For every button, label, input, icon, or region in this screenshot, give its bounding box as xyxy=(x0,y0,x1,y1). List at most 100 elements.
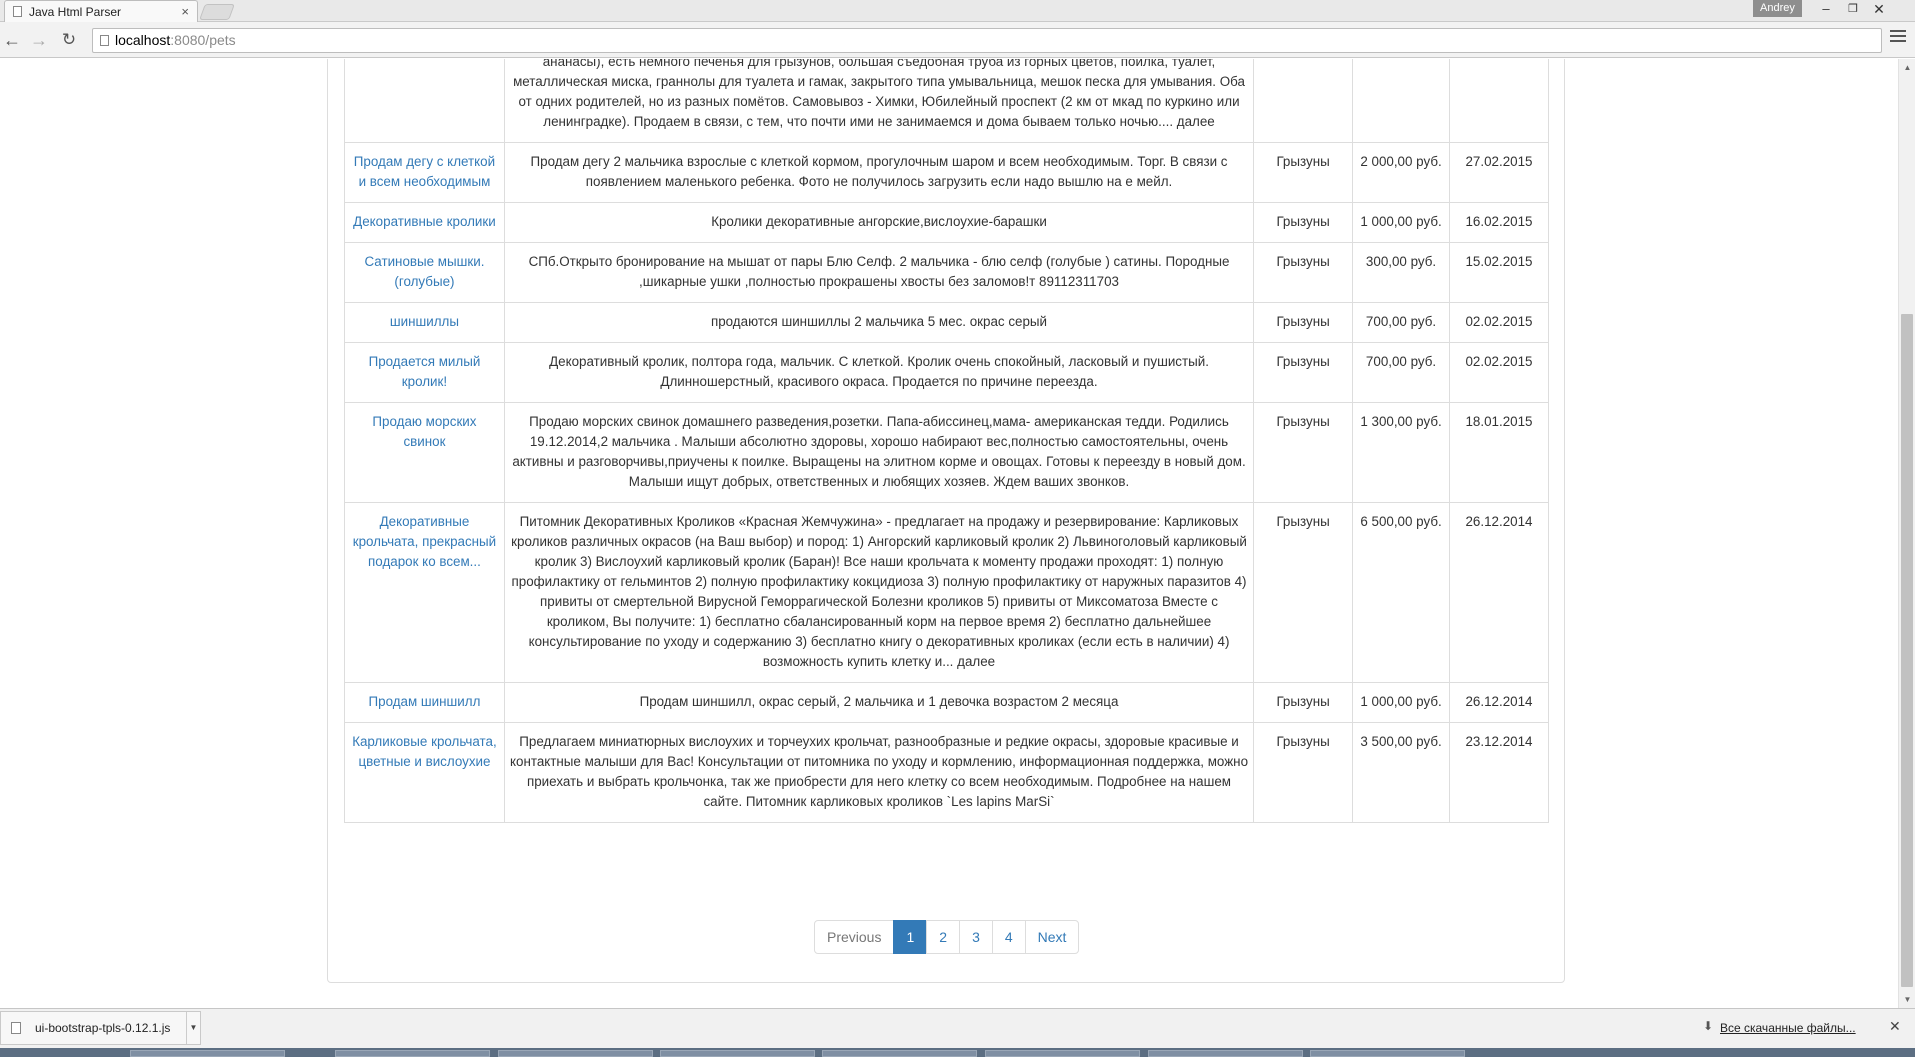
pagination-previous-button[interactable]: Previous xyxy=(814,920,895,954)
pagination-page-3[interactable]: 3 xyxy=(959,920,993,954)
pet-title-link[interactable]: Сатиновые мышки. (голубые) xyxy=(364,254,484,289)
pet-date: 23.12.2014 xyxy=(1465,734,1533,749)
table-cell-category: Грызуны xyxy=(1253,682,1354,723)
url-path: :8080/pets xyxy=(170,32,236,48)
pet-title-link[interactable]: Продается милый кролик! xyxy=(369,354,481,389)
pet-title-link[interactable]: Продам дегу с клеткой и всем необходимым xyxy=(354,154,495,189)
table-cell-date: 16.02.2015 xyxy=(1449,202,1549,243)
table-cell-title: Продам шиншилл xyxy=(344,682,505,723)
taskbar-item[interactable] xyxy=(1310,1050,1465,1057)
profile-user-badge[interactable]: Andrey xyxy=(1753,0,1802,17)
pagination: Previous 1 2 3 4 Next xyxy=(814,920,1080,954)
table-cell-title: Продам дегу с клеткой и всем необходимым xyxy=(344,142,505,203)
pet-date: 16.02.2015 xyxy=(1465,214,1533,229)
table-cell-date: 02.02.2015 xyxy=(1449,302,1549,343)
pets-table: Продаю двух шиншилл + клеткаПродаю двух … xyxy=(344,59,1549,823)
table-cell-description: Питомник Декоративных Кроликов «Красная … xyxy=(503,502,1255,683)
minimize-icon[interactable]: – xyxy=(1813,0,1839,20)
pet-price: 1 000,00 руб. xyxy=(1360,694,1442,709)
table-row: Продам дегу с клеткой и всем необходимым… xyxy=(344,142,1549,203)
table-cell-category: Грызуны xyxy=(1253,502,1354,683)
restore-icon[interactable]: ❐ xyxy=(1840,0,1866,20)
table-cell-description: СПб.Открыто бронирование на мышат от пар… xyxy=(503,242,1255,303)
pet-title-link[interactable]: Продам шиншилл xyxy=(369,694,481,709)
pagination-next-button[interactable]: Next xyxy=(1024,920,1080,954)
pet-description: Продам шиншилл, окрас серый, 2 мальчика … xyxy=(639,694,1119,709)
table-row: Продаю двух шиншилл + клеткаПродаю двух … xyxy=(344,59,1549,143)
table-row: Продается милый кролик! Декоративный крол… xyxy=(344,342,1549,403)
back-arrow-icon[interactable]: ← xyxy=(1,29,23,51)
url-host: localhost xyxy=(115,32,171,48)
page-icon xyxy=(13,6,22,17)
table-cell-category: Грызуны xyxy=(1253,142,1354,203)
table-row: Продам шиншилл Продам шиншилл, окрас серы… xyxy=(344,682,1549,723)
pet-date: 27.02.2015 xyxy=(1465,154,1533,169)
taskbar-item[interactable] xyxy=(498,1050,653,1057)
pagination-page-2[interactable]: 2 xyxy=(926,920,961,954)
window-close-icon[interactable]: ✕ xyxy=(1866,0,1892,20)
page-viewport: Продаю двух шиншилл + клеткаПродаю двух … xyxy=(0,59,1898,1008)
table-cell-category: Грызуны xyxy=(1253,202,1354,243)
table-cell-date: 04.03.2015 xyxy=(1449,59,1549,143)
address-bar[interactable]: localhost:8080/pets ☆ xyxy=(92,28,1882,53)
pagination-page-1[interactable]: 1 xyxy=(893,920,928,954)
download-item[interactable]: ui-bootstrap-tpls-0.12.1.js ▼ xyxy=(0,1011,201,1045)
browser-tab[interactable]: Java Html Parser × xyxy=(4,0,198,23)
table-row: Продаю морских свинок Продаю морских свин… xyxy=(344,402,1549,503)
taskbar-item[interactable] xyxy=(335,1050,490,1057)
table-cell-description: Продаю двух шиншилл, мальчик и девочка. … xyxy=(503,59,1255,143)
pet-category: Грызуны xyxy=(1276,734,1330,749)
taskbar-item[interactable] xyxy=(985,1050,1140,1057)
table-row: шиншиллы продаются шиншиллы 2 мальчика 5 … xyxy=(344,302,1549,343)
scrollbar-thumb[interactable] xyxy=(1901,314,1913,987)
taskbar-item[interactable] xyxy=(1148,1050,1303,1057)
table-cell-date: 15.02.2015 xyxy=(1449,242,1549,303)
table-row: Декоративные кролики Кролики декоративные… xyxy=(344,202,1549,243)
new-tab-button[interactable] xyxy=(199,4,235,20)
pet-category: Грызуны xyxy=(1276,694,1330,709)
table-cell-price: 700,00 руб. xyxy=(1352,302,1450,343)
download-file-name: ui-bootstrap-tpls-0.12.1.js xyxy=(35,1021,171,1035)
show-all-downloads-link[interactable]: Все скачанные файлы... xyxy=(1720,1021,1856,1035)
pet-date: 02.02.2015 xyxy=(1465,354,1533,369)
pet-date: 26.12.2014 xyxy=(1465,514,1533,529)
table-cell-description: Продам дегу 2 мальчика взрослые с клетко… xyxy=(503,142,1255,203)
table-cell-title: Декоративные кролики xyxy=(344,202,505,243)
taskbar-item[interactable] xyxy=(660,1050,815,1057)
pet-description: Декоративный кролик, полтора года, мальч… xyxy=(549,354,1209,389)
pet-price: 1 300,00 руб. xyxy=(1360,414,1442,429)
pet-title-link[interactable]: Карликовые крольчата, цветные и вислоухи… xyxy=(352,734,497,769)
table-cell-title: Продаю двух шиншилл + клетка xyxy=(344,59,505,143)
pet-date: 26.12.2014 xyxy=(1465,694,1533,709)
pet-title-link[interactable]: Декоративные крольчата, прекрасный подар… xyxy=(353,514,496,569)
pet-title-link[interactable]: шиншиллы xyxy=(390,314,459,329)
table-cell-description: Предлагаем миниатюрных вислоухих и торче… xyxy=(503,722,1255,823)
table-cell-title: Сатиновые мышки. (голубые) xyxy=(344,242,505,303)
reload-icon[interactable]: ↻ xyxy=(58,29,80,51)
table-row: Декоративные крольчата, прекрасный подар… xyxy=(344,502,1549,683)
forward-arrow-icon[interactable]: → xyxy=(28,29,50,51)
table-cell-date: 26.12.2014 xyxy=(1449,502,1549,683)
pet-price: 700,00 руб. xyxy=(1365,354,1437,369)
file-icon xyxy=(11,1022,21,1034)
vertical-scrollbar[interactable]: ▲ ▼ xyxy=(1898,59,1915,1008)
content-panel: Продаю двух шиншилл + клеткаПродаю двух … xyxy=(327,59,1565,983)
taskbar-item[interactable] xyxy=(822,1050,977,1057)
pet-price: 300,00 руб. xyxy=(1365,254,1437,269)
scroll-up-arrow-icon[interactable]: ▲ xyxy=(1899,59,1915,76)
scroll-down-arrow-icon[interactable]: ▼ xyxy=(1899,991,1915,1008)
download-menu-arrow-icon[interactable]: ▼ xyxy=(186,1012,200,1044)
table-cell-date: 02.02.2015 xyxy=(1449,342,1549,403)
table-cell-date: 26.12.2014 xyxy=(1449,682,1549,723)
tab-close-icon[interactable]: × xyxy=(181,1,189,23)
table-row: Сатиновые мышки. (голубые) СПб.Открыто бр… xyxy=(344,242,1549,303)
table-cell-price: 2 000,00 руб. xyxy=(1352,142,1450,203)
menu-hamburger-icon[interactable] xyxy=(1890,30,1906,46)
pet-date: 15.02.2015 xyxy=(1465,254,1533,269)
pet-description: продаются шиншиллы 2 мальчика 5 мес. окр… xyxy=(710,314,1048,329)
taskbar-item[interactable] xyxy=(130,1050,285,1057)
pet-title-link[interactable]: Декоративные кролики xyxy=(353,214,496,229)
pet-title-link[interactable]: Продаю морских свинок xyxy=(372,414,476,449)
downloads-close-icon[interactable]: ✕ xyxy=(1889,1018,1901,1035)
pagination-page-4[interactable]: 4 xyxy=(991,920,1026,954)
